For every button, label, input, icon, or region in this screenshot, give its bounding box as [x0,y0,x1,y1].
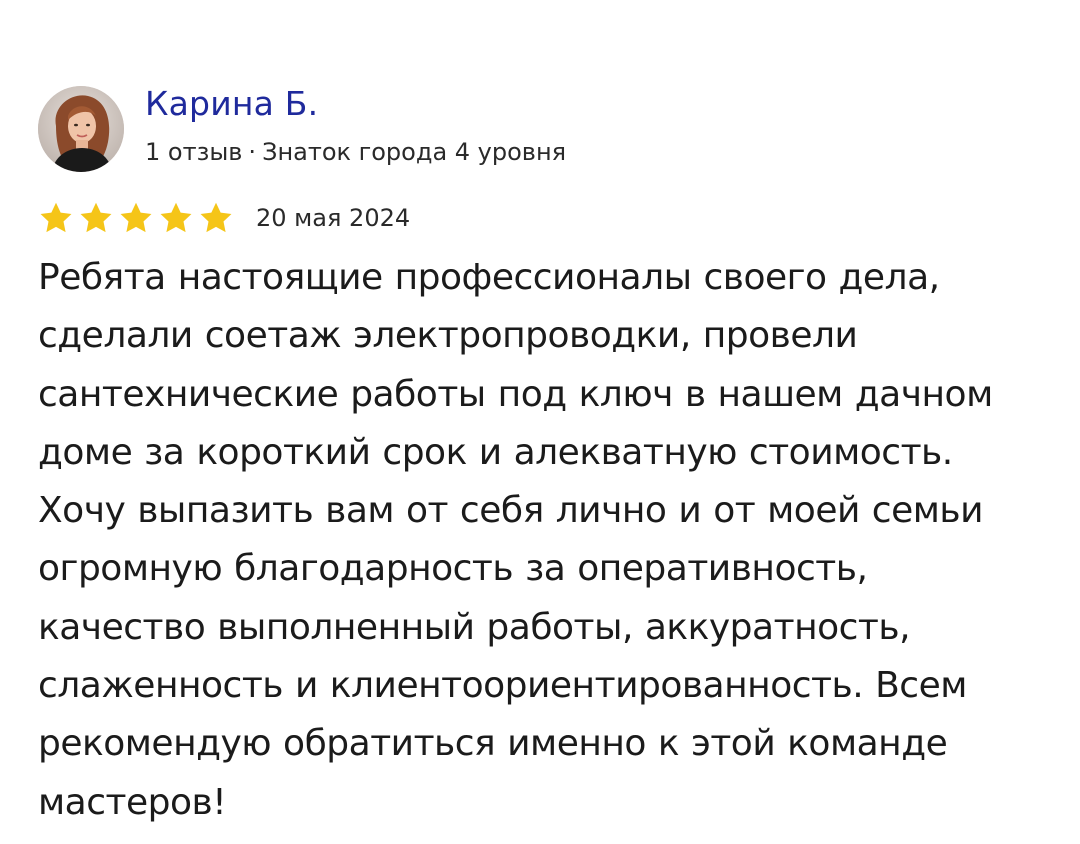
star-icon [120,202,152,233]
author-name[interactable]: Карина Б. [145,82,318,126]
star-icon [200,202,232,233]
rating-row: 20 мая 2024 [38,200,410,236]
author-meta: 1 отзыв · Знаток города 4 уровня [145,137,566,167]
review-text-line: доме за короткий срок и алекватную стоим… [38,431,953,473]
star-rating [38,200,234,236]
review-text-line: сантехнические работы под ключ в нашем д… [38,373,993,415]
review-text-line: Хочу выпазить вам от себя лично и от мое… [38,490,984,532]
review-text: Ребята настоящие профессионалы своего де… [38,249,1038,832]
review-text-line: слаженность и клиентоориентированность. … [38,665,967,707]
star-icon [80,202,112,233]
star-icon [40,202,72,233]
meta-separator: · [248,138,257,166]
review-text-line: качество выполненный работы, аккуратност… [38,606,911,648]
review-text-line: сделали соетаж электропроводки, провели [38,315,858,357]
review-text-line: огромную благодарность за оперативность, [38,548,868,590]
reviews-count: 1 отзыв [145,138,243,166]
star-icon [160,202,192,233]
review-text-line: мастеров! [38,781,227,823]
review-text-line: рекомендую обратиться именно к этой кома… [38,723,948,765]
review-text-line: Ребята настоящие профессионалы своего де… [38,257,940,298]
user-avatar-photo [38,86,124,172]
author-level: Знаток города 4 уровня [262,138,567,166]
review-date: 20 мая 2024 [256,204,411,232]
avatar[interactable] [38,86,124,172]
review-card: Карина Б. 1 отзыв · Знаток города 4 уровня… [0,0,1080,844]
